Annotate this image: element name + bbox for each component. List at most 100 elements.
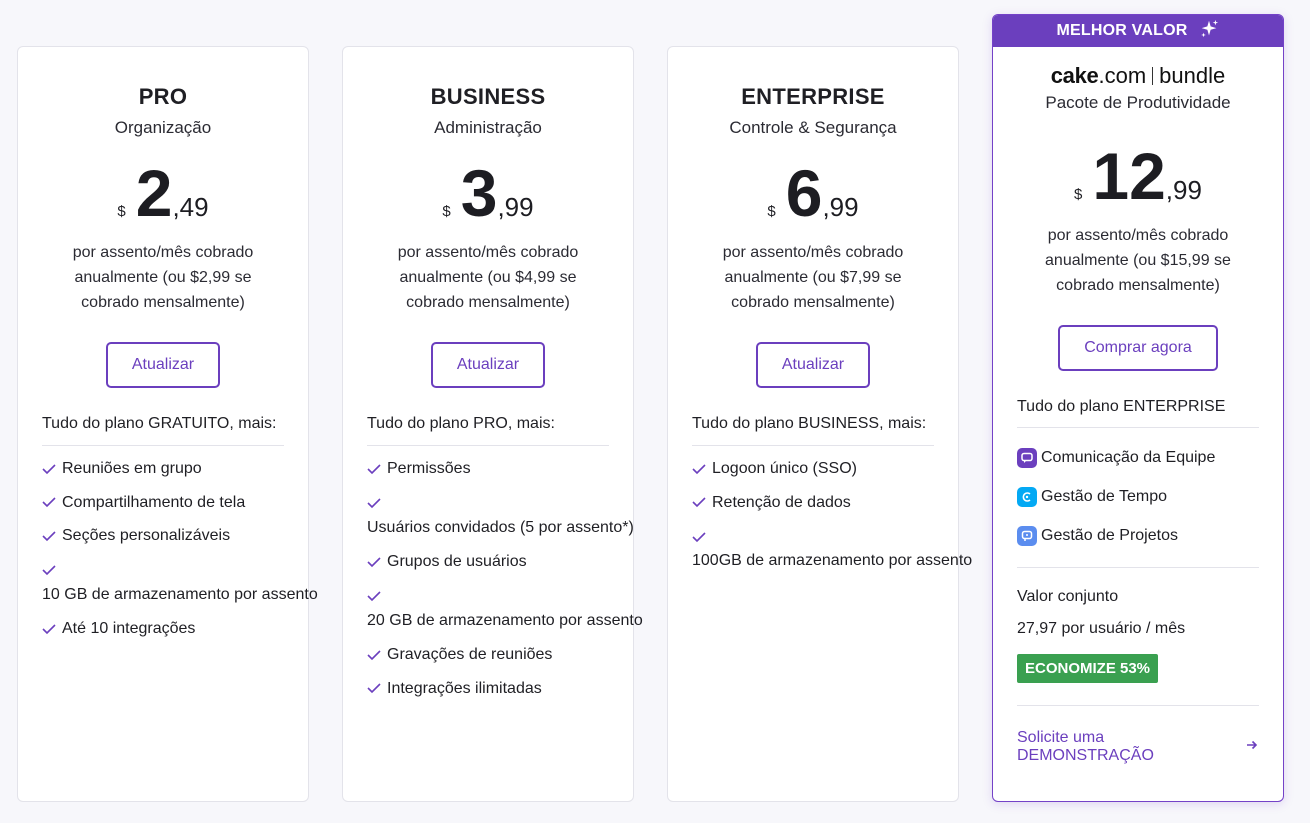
bundle-app-list: Comunicação da Equipe Gestão de Tempo Ge… xyxy=(1017,427,1259,568)
request-demo-label: Solicite uma DEMONSTRAÇÃO xyxy=(1017,729,1154,764)
feature-item: Gravações de reuniões xyxy=(367,644,633,666)
plan-subtitle: Controle & Segurança xyxy=(729,118,897,137)
check-icon xyxy=(367,682,381,694)
feature-item: Seções personalizáveis xyxy=(42,525,308,547)
feature-item: 10 GB de armazenamento por assento xyxy=(42,559,318,607)
check-icon xyxy=(367,463,381,475)
price-cents: ,99 xyxy=(1165,175,1202,205)
price-integer: 2 xyxy=(135,156,173,230)
check-icon xyxy=(367,590,381,602)
check-icon xyxy=(692,531,706,543)
combined-value-amount: 27,97 por usuário / mês xyxy=(1017,620,1186,637)
feature-label: 10 GB de armazenamento por assento xyxy=(42,585,318,603)
feature-item: Permissões xyxy=(367,458,633,480)
buy-now-button[interactable]: Comprar agora xyxy=(1058,325,1218,371)
feature-label: 100GB de armazenamento por assento xyxy=(692,552,973,569)
feature-item: Integrações ilimitadas xyxy=(367,678,633,700)
check-icon xyxy=(42,463,56,475)
feature-label: Seções personalizáveis xyxy=(62,527,231,544)
best-value-label: MELHOR VALOR xyxy=(1056,22,1188,39)
feature-label: Retenção de dados xyxy=(712,493,851,511)
best-value-badge: MELHOR VALOR xyxy=(993,15,1283,47)
upgrade-button[interactable]: Atualizar xyxy=(430,342,546,388)
check-icon xyxy=(42,530,56,542)
savings-badge: ECONOMIZE 53% xyxy=(1017,654,1159,683)
includes-heading: Tudo do plano GRATUITO, mais: xyxy=(42,415,284,446)
check-icon xyxy=(367,556,381,568)
price: $ 6 ,99 xyxy=(668,160,958,232)
billing-note: por assento/mês cobrado anualmente (ou $… xyxy=(397,244,579,311)
plan-card-pro: PRO Organização $ 2 ,49 por assento/mês … xyxy=(17,46,318,802)
feature-label: Reuniões em grupo xyxy=(62,460,202,477)
plan-name: PRO xyxy=(138,84,188,109)
price-currency: $ xyxy=(1074,186,1083,203)
feature-list: Logoon único (SSO) Retenção de dados 100… xyxy=(692,458,972,573)
clock-icon xyxy=(1017,486,1037,507)
logo-cake-text: cake xyxy=(1050,63,1099,88)
feature-label: Compartilhamento de tela xyxy=(62,493,246,511)
arrow-right-icon xyxy=(1245,738,1259,757)
bundle-app-label: Gestão de Projetos xyxy=(1041,526,1178,544)
feature-label: Permissões xyxy=(387,460,471,477)
price: $ 3 ,99 xyxy=(343,160,633,232)
plan-name: ENTERPRISE xyxy=(741,84,885,109)
feature-list: Permissões Usuários convidados (5 por as… xyxy=(367,458,643,700)
check-icon xyxy=(367,497,381,509)
check-icon xyxy=(42,564,56,576)
sparkle-icon xyxy=(1198,18,1220,45)
feature-item: 20 GB de armazenamento por assento xyxy=(367,585,643,633)
feature-item: Compartilhamento de tela xyxy=(42,492,308,514)
feature-label: Logoon único (SSO) xyxy=(712,460,857,477)
feature-label: Integrações ilimitadas xyxy=(387,679,542,697)
feature-item: 100GB de armazenamento por assento xyxy=(692,525,972,573)
upgrade-button[interactable]: Atualizar xyxy=(105,342,221,388)
price-cents: ,99 xyxy=(822,192,859,222)
plan-card-bundle: MELHOR VALOR cake .com bundle Pacote de … xyxy=(992,14,1284,802)
bundle-app-item: Gestão de Tempo xyxy=(1017,477,1259,516)
cake-bundle-logo: cake .com bundle xyxy=(993,63,1283,89)
combined-value-label: Valor conjunto xyxy=(1017,588,1119,605)
request-demo-link[interactable]: Solicite uma DEMONSTRAÇÃO xyxy=(1017,729,1259,765)
feature-label: Grupos de usuários xyxy=(387,553,527,570)
feature-item: Até 10 integrações xyxy=(42,618,308,640)
check-icon xyxy=(692,463,706,475)
plan-subtitle: Pacote de Produtividade xyxy=(1045,93,1231,112)
plan-card-business: BUSINESS Administração $ 3 ,99 por assen… xyxy=(342,46,643,802)
check-icon xyxy=(42,623,56,635)
price-integer: 3 xyxy=(460,156,498,230)
logo-bundle-text: bundle xyxy=(1159,63,1226,88)
plan-card-enterprise: ENTERPRISE Controle & Segurança $ 6 ,99 … xyxy=(667,46,972,802)
project-icon xyxy=(1017,525,1037,546)
chat-icon xyxy=(1017,447,1037,468)
check-icon xyxy=(42,496,56,508)
bundle-app-item: Comunicação da Equipe xyxy=(1017,438,1259,477)
bundle-app-item: Gestão de Projetos xyxy=(1017,516,1259,555)
feature-label: Até 10 integrações xyxy=(62,620,196,637)
feature-item: Usuários convidados (5 por assento*) xyxy=(367,492,634,540)
feature-item: Logoon único (SSO) xyxy=(692,458,958,480)
check-icon xyxy=(692,496,706,508)
feature-label: Usuários convidados (5 por assento*) xyxy=(367,518,634,536)
combined-value-section: Valor conjunto 27,97 por usuário / mês E… xyxy=(1017,588,1259,706)
includes-heading: Tudo do plano PRO, mais: xyxy=(367,415,609,446)
billing-note: por assento/mês cobrado anualmente (ou $… xyxy=(72,244,254,311)
plan-subtitle: Administração xyxy=(434,118,542,137)
feature-item: Grupos de usuários xyxy=(367,551,633,573)
price: $ 2 ,49 xyxy=(18,160,308,232)
price-currency: $ xyxy=(767,203,776,220)
includes-heading: Tudo do plano ENTERPRISE xyxy=(1017,398,1226,415)
upgrade-button[interactable]: Atualizar xyxy=(755,342,871,388)
plan-name: BUSINESS xyxy=(430,84,546,109)
feature-label: 20 GB de armazenamento por assento xyxy=(367,611,643,629)
price-currency: $ xyxy=(117,203,126,220)
plan-subtitle: Organização xyxy=(114,118,212,137)
logo-divider xyxy=(1152,67,1154,85)
feature-item: Retenção de dados xyxy=(692,492,958,514)
feature-item: Reuniões em grupo xyxy=(42,458,308,480)
price-integer: 6 xyxy=(785,156,823,230)
feature-list: Reuniões em grupo Compartilhamento de te… xyxy=(42,458,318,640)
bundle-app-label: Gestão de Tempo xyxy=(1041,487,1168,505)
billing-note: por assento/mês cobrado anualmente (ou $… xyxy=(722,244,904,311)
price-currency: $ xyxy=(442,203,451,220)
includes-heading: Tudo do plano BUSINESS, mais: xyxy=(692,415,934,446)
